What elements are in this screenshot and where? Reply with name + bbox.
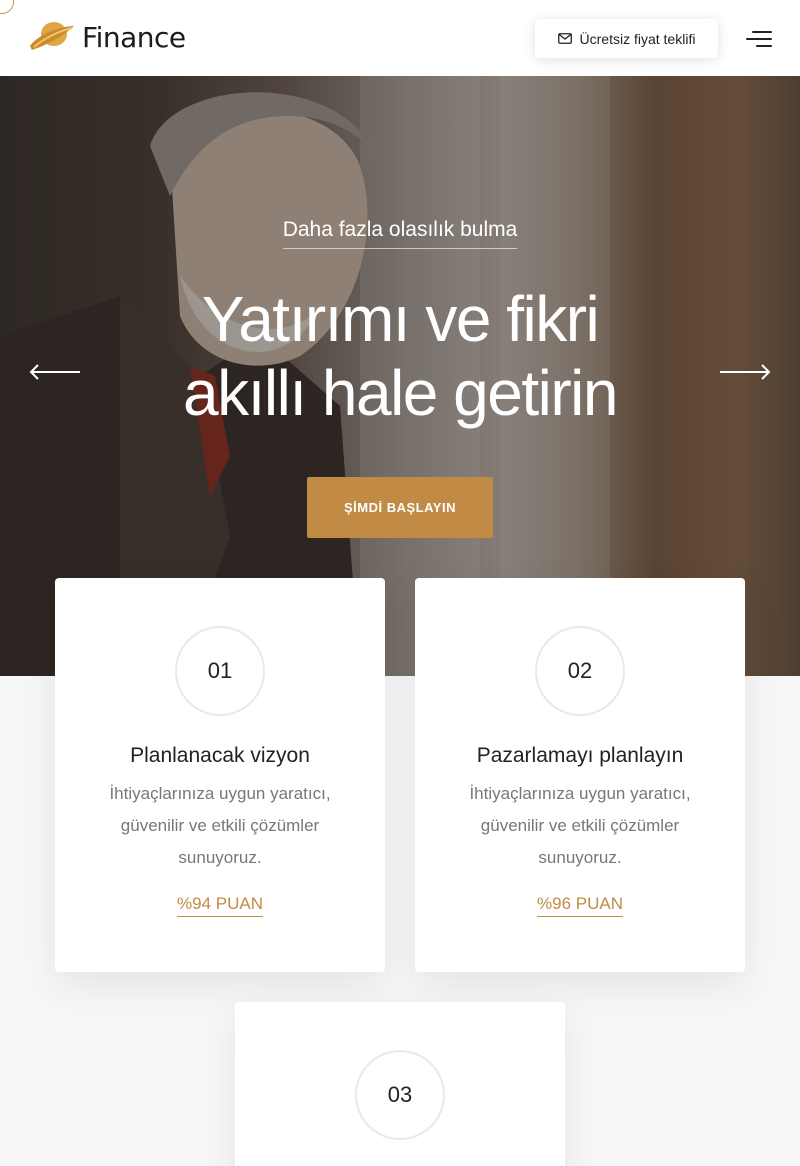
planet-logo-icon: [28, 20, 76, 54]
hero-title-line: akıllı hale getirin: [183, 357, 618, 429]
get-started-button[interactable]: ŞİMDİ BAŞLAYIN: [307, 477, 493, 538]
site-header: Finance Ücretsiz fiyat teklifi: [0, 0, 800, 76]
hero-title: Yatırımı ve fikri akıllı hale getirin: [0, 282, 800, 430]
decorative-arc: [0, 0, 14, 14]
feature-number: 03: [355, 1050, 445, 1140]
hamburger-menu-icon[interactable]: [746, 29, 772, 49]
feature-number: 02: [535, 626, 625, 716]
mail-icon: [557, 31, 572, 47]
feature-description: İhtiyaçlarınıza uygun yaratıcı, güvenili…: [109, 784, 331, 867]
feature-number: 01: [175, 626, 265, 716]
feature-score-link[interactable]: %94 PUAN: [177, 894, 263, 917]
free-quote-label: Ücretsiz fiyat teklifi: [579, 30, 696, 47]
free-quote-button[interactable]: Ücretsiz fiyat teklifi: [535, 19, 718, 58]
feature-card: 03: [235, 1002, 565, 1166]
feature-score: %96 PUAN: [415, 894, 745, 917]
feature-description: İhtiyaçlarınıza uygun yaratıcı, güvenili…: [469, 784, 691, 867]
brand-logo[interactable]: Finance: [28, 20, 186, 54]
menu-line: [752, 31, 772, 33]
hero-subtitle-text: Daha fazla olasılık bulma: [282, 218, 518, 249]
feature-card: 01 Planlanacak vizyon İhtiyaçlarınıza uy…: [55, 578, 385, 972]
feature-card: 02 Pazarlamayı planlayın İhtiyaçlarınıza…: [415, 578, 745, 972]
menu-line: [756, 45, 772, 47]
hero-subtitle: Daha fazla olasılık bulma: [0, 218, 800, 249]
feature-score: %94 PUAN: [55, 894, 385, 917]
brand-name: Finance: [82, 20, 186, 54]
hero-title-line: Yatırımı ve fikri: [201, 283, 600, 355]
feature-score-link[interactable]: %96 PUAN: [537, 894, 623, 917]
feature-title: Pazarlamayı planlayın: [476, 744, 684, 767]
feature-title: Planlanacak vizyon: [130, 744, 310, 767]
menu-line: [746, 38, 772, 40]
